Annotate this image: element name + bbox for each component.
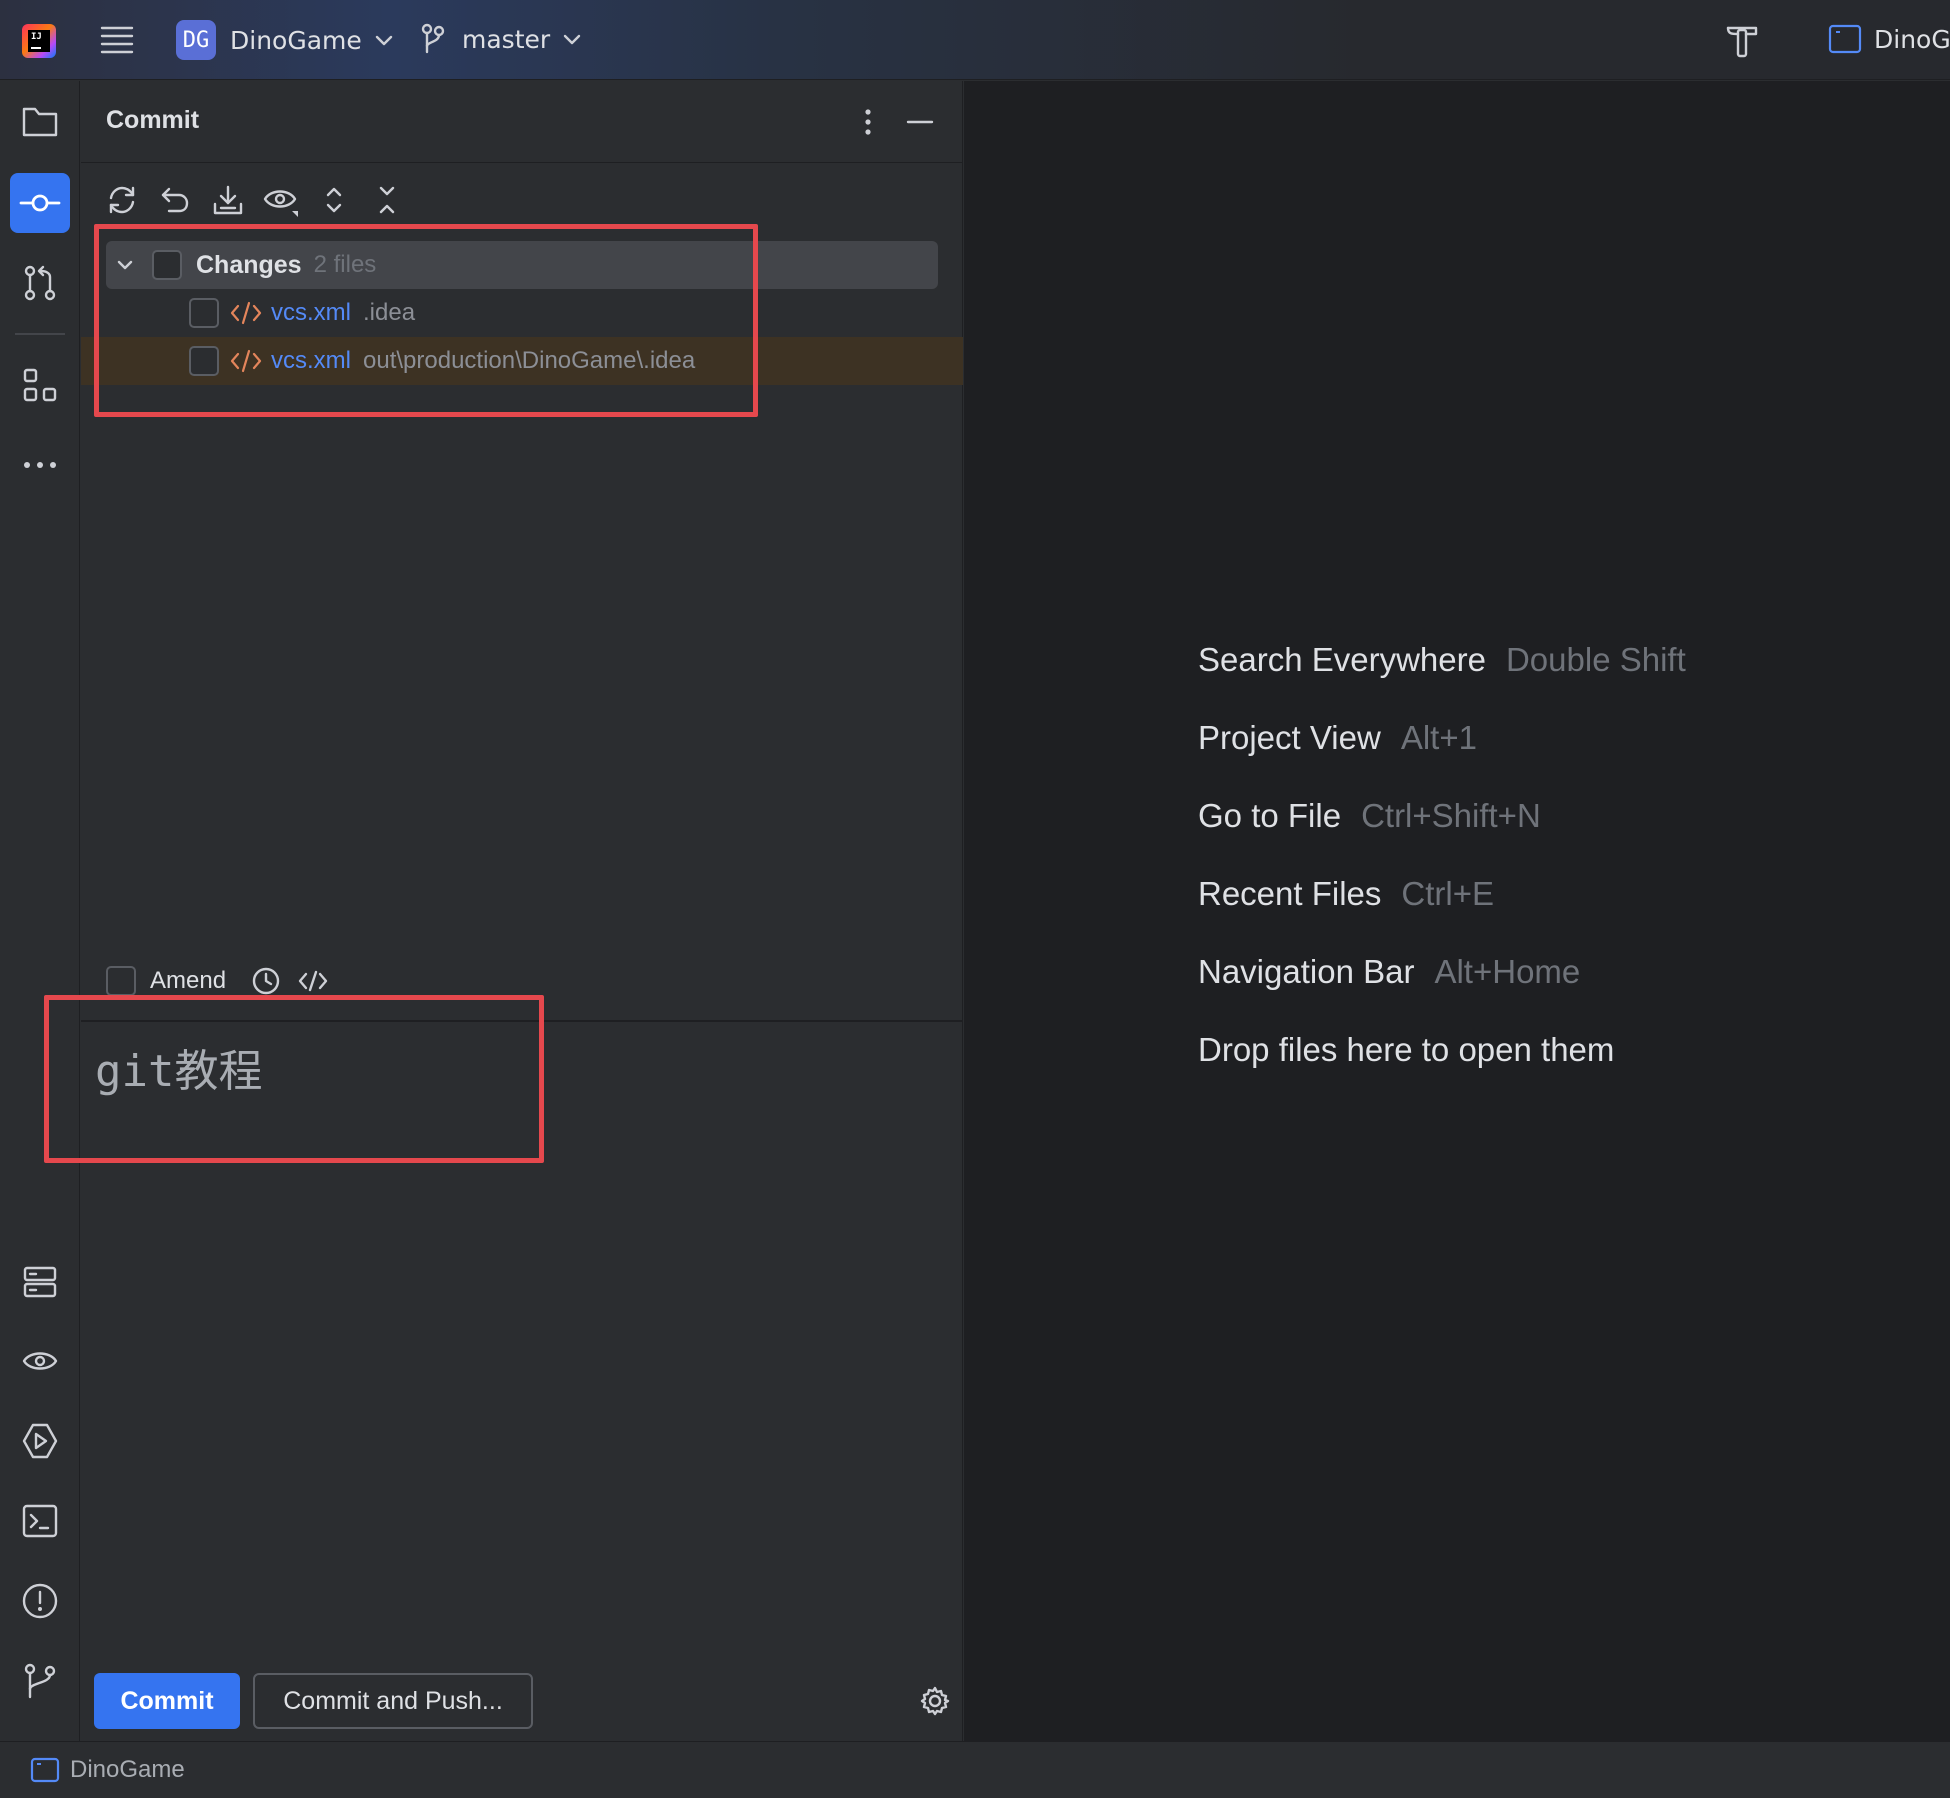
hint-go-to-file: Go to File Ctrl+Shift+N	[1198, 797, 1686, 875]
annotation-box-message	[44, 995, 544, 1163]
hint-shortcut: Double Shift	[1505, 641, 1686, 678]
run-icon	[22, 1423, 58, 1459]
services-icon	[23, 1266, 57, 1298]
commit-and-push-button[interactable]: Commit and Push...	[253, 1673, 533, 1729]
shelve-download-icon[interactable]	[205, 177, 250, 223]
panel-title: Commit	[106, 106, 200, 134]
commit-button[interactable]: Commit	[94, 1673, 240, 1729]
problems-icon	[22, 1583, 58, 1619]
refresh-icon[interactable]	[99, 177, 144, 223]
git-tool-button[interactable]	[10, 1651, 70, 1711]
hint-drop-files: Drop files here to open them	[1198, 1031, 1686, 1109]
hint-project-view: Project View Alt+1	[1198, 719, 1686, 797]
hint-label: Project View	[1198, 719, 1381, 756]
hint-shortcut: Ctrl+E	[1401, 875, 1495, 912]
problems-tool-button[interactable]	[10, 1571, 70, 1631]
watches-tool-button[interactable]	[10, 1331, 70, 1391]
expand-all-icon[interactable]	[311, 177, 356, 223]
history-clock-icon[interactable]	[250, 965, 282, 997]
hint-recent-files: Recent Files Ctrl+E	[1198, 875, 1686, 953]
project-tool-button[interactable]	[10, 91, 70, 151]
hint-label: Drop files here to open them	[1198, 1031, 1615, 1068]
project-badge: DG	[176, 20, 216, 60]
intellij-logo-icon[interactable]: IJ	[22, 24, 56, 58]
show-diff-eye-icon[interactable]	[258, 177, 303, 223]
project-selector[interactable]: DG DinoGame	[176, 20, 396, 60]
more-tools-button[interactable]	[10, 435, 70, 495]
gear-icon[interactable]	[919, 1685, 951, 1717]
annotation-box-changes	[94, 224, 758, 417]
commit-template-icon[interactable]	[296, 965, 330, 997]
window-icon	[30, 1757, 60, 1783]
services-tool-button[interactable]	[10, 1251, 70, 1311]
title-bar: IJ DG DinoGame master DinoGa	[0, 0, 1950, 80]
commit-panel-header: Commit	[81, 81, 963, 163]
collapse-all-icon[interactable]	[364, 177, 409, 223]
status-project-breadcrumb[interactable]: DinoGame	[30, 1756, 185, 1784]
hint-label: Go to File	[1198, 797, 1342, 834]
git-icon	[24, 1663, 56, 1699]
project-name: DinoGame	[230, 25, 362, 55]
hint-label: Navigation Bar	[1198, 953, 1415, 990]
hint-shortcut: Ctrl+Shift+N	[1361, 797, 1541, 834]
commit-tool-button[interactable]	[10, 173, 70, 233]
status-bar: DinoGame	[0, 1741, 1950, 1798]
stripe-separator	[15, 333, 65, 335]
amend-label: Amend	[150, 967, 227, 994]
commit-icon	[19, 194, 61, 212]
branch-name: master	[462, 24, 551, 54]
commit-actions-bar: Commit Commit and Push...	[81, 1671, 963, 1731]
commit-panel: Commit Changes 2 files vcs.xml .idea vcs…	[44, 81, 963, 1741]
terminal-icon	[22, 1504, 58, 1538]
chevron-down-icon	[563, 34, 581, 45]
structure-icon	[23, 368, 57, 402]
hint-shortcut: Alt+Home	[1434, 953, 1581, 990]
run-config-name: DinoGa	[1874, 24, 1950, 54]
status-project-name: DinoGame	[70, 1756, 185, 1783]
branch-icon	[421, 23, 445, 54]
pull-requests-tool-button[interactable]	[10, 253, 70, 313]
commit-toolbar	[99, 177, 409, 223]
build-hammer-icon[interactable]	[1722, 20, 1762, 60]
hint-shortcut: Alt+1	[1400, 719, 1477, 756]
window-icon	[1828, 24, 1862, 54]
editor-empty-area[interactable]: Search Everywhere Double Shift Project V…	[964, 81, 1950, 1741]
terminal-tool-button[interactable]	[10, 1491, 70, 1551]
chevron-down-icon	[375, 35, 392, 46]
main-menu-icon[interactable]	[98, 22, 136, 58]
left-tool-stripe	[0, 81, 80, 1741]
run-config-selector[interactable]: DinoGa	[1828, 24, 1950, 54]
eye-icon	[22, 1352, 58, 1370]
hint-label: Recent Files	[1198, 875, 1382, 912]
minimize-icon[interactable]	[903, 105, 937, 139]
structure-tool-button[interactable]	[10, 355, 70, 415]
pull-requests-icon	[24, 265, 56, 301]
branch-selector[interactable]: master	[420, 22, 584, 56]
more-icon	[24, 462, 56, 468]
hint-navigation-bar: Navigation Bar Alt+Home	[1198, 953, 1686, 1031]
rollback-icon[interactable]	[152, 177, 197, 223]
editor-hints: Search Everywhere Double Shift Project V…	[1198, 641, 1686, 1109]
hint-label: Search Everywhere	[1198, 641, 1486, 678]
folder-icon	[22, 107, 58, 137]
options-kebab-icon[interactable]	[851, 105, 885, 139]
hint-search-everywhere: Search Everywhere Double Shift	[1198, 641, 1686, 719]
amend-checkbox[interactable]	[106, 966, 136, 996]
run-tool-button[interactable]	[10, 1411, 70, 1471]
